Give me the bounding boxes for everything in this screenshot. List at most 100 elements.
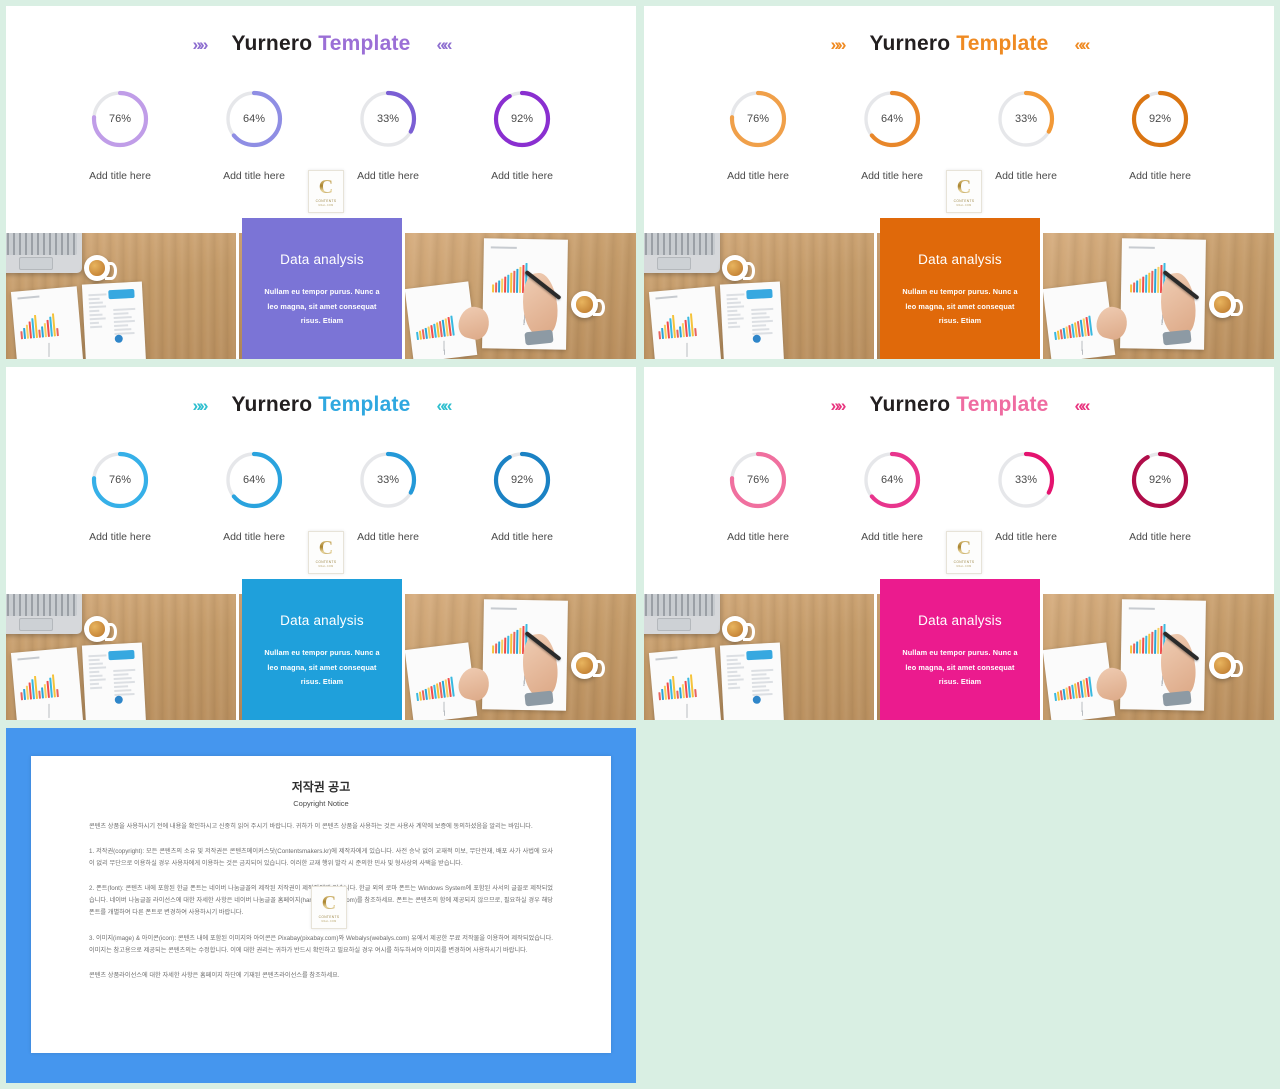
report-paper bbox=[648, 286, 722, 359]
donut-label: Add title here bbox=[995, 170, 1057, 182]
brand-watermark-logo: C CONTENTS MALL.COM bbox=[308, 170, 344, 213]
coffee-cup bbox=[571, 291, 606, 318]
logo-subtitle-1: CONTENTS bbox=[953, 559, 975, 564]
mini-text-rows bbox=[726, 654, 746, 691]
donut-value: 76% bbox=[108, 474, 132, 486]
donut-cell[interactable]: 76% Add title here bbox=[53, 449, 187, 543]
laptop bbox=[6, 233, 82, 273]
donut-row: 76% Add title here 64% Add title here 33… bbox=[644, 88, 1274, 182]
report-paper bbox=[10, 647, 84, 720]
data-analysis-card[interactable]: Data analysis Nullam eu tempor purus. Nu… bbox=[242, 218, 402, 359]
donut-label: Add title here bbox=[491, 531, 553, 543]
donut-value: 64% bbox=[880, 474, 904, 486]
coffee-cup bbox=[84, 255, 117, 281]
donut-value: 92% bbox=[510, 474, 534, 486]
slide-pink[interactable]: »» Yurnero Template «« 76% Add title her… bbox=[644, 367, 1274, 720]
donut-value: 76% bbox=[108, 113, 132, 125]
mini-text-rows bbox=[726, 293, 746, 330]
donut-cell[interactable]: 92% Add title here bbox=[455, 449, 589, 543]
donut-cell[interactable]: 64% Add title here bbox=[825, 449, 959, 543]
donut-cell[interactable]: 33% Add title here bbox=[959, 88, 1093, 182]
chevron-left-icon: «« bbox=[1074, 34, 1091, 54]
paper-title-line bbox=[655, 295, 678, 300]
slide-copyright[interactable]: 저작권 공고 Copyright Notice 콘텐츠 상품을 사용하시기 전에… bbox=[6, 728, 636, 1083]
mini-bar-chart bbox=[19, 310, 59, 340]
mini-bar-chart bbox=[19, 671, 59, 701]
logo-subtitle-2: MALL.COM bbox=[318, 203, 334, 207]
donut-label: Add title here bbox=[491, 170, 553, 182]
paper-title-line bbox=[655, 656, 678, 661]
badge-dot bbox=[114, 334, 123, 343]
copyright-paragraph: 3. 이미지(image) & 아이콘(icon): 콘텐츠 내에 포함된 이미… bbox=[89, 934, 553, 954]
donut-cell[interactable]: 76% Add title here bbox=[53, 88, 187, 182]
desk-photo-left bbox=[6, 594, 236, 720]
title-prefix: Yurnero bbox=[231, 393, 313, 416]
cup-handle bbox=[104, 623, 117, 641]
laptop-keyboard bbox=[6, 594, 78, 617]
donut-cell[interactable]: 64% Add title here bbox=[825, 88, 959, 182]
donut-value: 33% bbox=[376, 113, 400, 125]
logo-subtitle-1: CONTENTS bbox=[953, 198, 975, 203]
donut-cell[interactable]: 64% Add title here bbox=[187, 449, 321, 543]
data-analysis-card[interactable]: Data analysis Nullam eu tempor purus. Nu… bbox=[242, 579, 402, 720]
coffee-cup bbox=[571, 652, 606, 679]
desk-photo-right bbox=[405, 594, 636, 720]
mini-bar-chart bbox=[657, 671, 697, 701]
desk-photo-right bbox=[405, 233, 636, 359]
desk-photo-left bbox=[644, 233, 874, 359]
slide-purple[interactable]: »» Yurnero Template «« 76% Add title her… bbox=[6, 6, 636, 359]
donut-cell[interactable]: 33% Add title here bbox=[321, 449, 455, 543]
donut-cell[interactable]: 76% Add title here bbox=[691, 88, 825, 182]
desk-photo-right bbox=[1043, 233, 1274, 359]
data-analysis-card[interactable]: Data analysis Nullam eu tempor purus. Nu… bbox=[880, 579, 1040, 720]
chevron-right-icon: »» bbox=[830, 395, 847, 415]
donut-label: Add title here bbox=[727, 170, 789, 182]
donut-chart: 92% bbox=[1129, 88, 1191, 150]
donut-chart: 76% bbox=[727, 88, 789, 150]
slide-orange[interactable]: »» Yurnero Template «« 76% Add title her… bbox=[644, 6, 1274, 359]
paper-title-line bbox=[1128, 246, 1155, 249]
laptop bbox=[6, 594, 82, 634]
donut-value: 92% bbox=[1148, 113, 1172, 125]
donut-cell[interactable]: 92% Add title here bbox=[1093, 88, 1227, 182]
donut-cell[interactable]: 33% Add title here bbox=[959, 449, 1093, 543]
slide-deck-canvas: »» Yurnero Template «« 76% Add title her… bbox=[0, 0, 1280, 1089]
donut-value: 64% bbox=[242, 113, 266, 125]
paper-title-line bbox=[490, 607, 517, 610]
coffee-cup bbox=[722, 616, 755, 642]
mini-text-rows bbox=[88, 293, 108, 330]
donut-label: Add title here bbox=[861, 531, 923, 543]
donut-value: 64% bbox=[242, 474, 266, 486]
donut-chart: 76% bbox=[727, 449, 789, 511]
data-analysis-card[interactable]: Data analysis Nullam eu tempor purus. Nu… bbox=[880, 218, 1040, 359]
chevron-left-icon: «« bbox=[1074, 395, 1091, 415]
brand-watermark-logo: C CONTENTS MALL.COM bbox=[308, 531, 344, 574]
badge-dot bbox=[114, 695, 123, 704]
donut-chart: 76% bbox=[89, 88, 151, 150]
donut-value: 92% bbox=[1148, 474, 1172, 486]
mini-line-chart bbox=[417, 337, 471, 358]
donut-label: Add title here bbox=[223, 531, 285, 543]
laptop-trackpad bbox=[657, 256, 691, 271]
donut-value: 76% bbox=[746, 474, 770, 486]
copyright-paragraph: 콘텐츠 상품라이선스에 대한 자세한 사항은 홈페이지 하단에 기재된 콘텐츠라… bbox=[89, 971, 340, 979]
donut-cell[interactable]: 33% Add title here bbox=[321, 88, 455, 182]
donut-label: Add title here bbox=[861, 170, 923, 182]
copyright-heading-en: Copyright Notice bbox=[293, 799, 349, 808]
paper-title-line bbox=[17, 656, 40, 661]
card-body: Nullam eu tempor purus. Nunc a leo magna… bbox=[902, 648, 1018, 687]
donut-cell[interactable]: 76% Add title here bbox=[691, 449, 825, 543]
copyright-paragraph: 1. 저작권(copyright): 모든 콘텐츠의 소유 및 저작권은 콘텐츠… bbox=[89, 848, 553, 868]
donut-cell[interactable]: 64% Add title here bbox=[187, 88, 321, 182]
slide-blue[interactable]: »» Yurnero Template «« 76% Add title her… bbox=[6, 367, 636, 720]
brand-watermark-logo: C CONTENTS MALL.COM bbox=[946, 170, 982, 213]
donut-cell[interactable]: 92% Add title here bbox=[1093, 449, 1227, 543]
title-accent: Template bbox=[956, 393, 1049, 416]
donut-chart: 33% bbox=[995, 449, 1057, 511]
mini-line-chart bbox=[1055, 337, 1109, 358]
desk-photo-right bbox=[1043, 594, 1274, 720]
donut-cell[interactable]: 92% Add title here bbox=[455, 88, 589, 182]
slide-title-row: »» Yurnero Template «« bbox=[644, 393, 1274, 417]
report-paper bbox=[81, 642, 147, 720]
coffee-cup bbox=[1209, 652, 1244, 679]
